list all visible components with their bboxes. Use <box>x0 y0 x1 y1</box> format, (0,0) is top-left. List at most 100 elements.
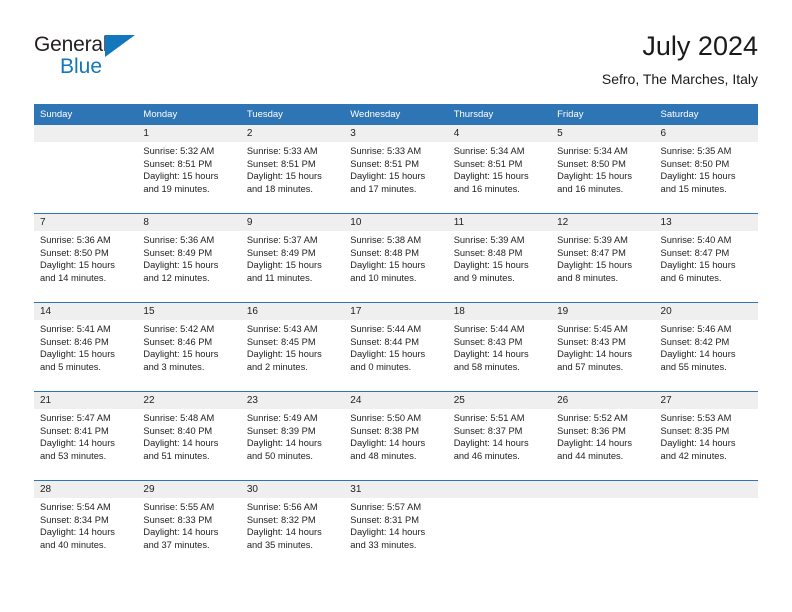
sunset-time: Sunset: 8:50 PM <box>660 158 730 169</box>
daylight-duration-line1: Daylight: 14 hours <box>660 438 736 449</box>
daylight-duration-line2: and 57 minutes. <box>557 361 624 372</box>
calendar-day-cell[interactable]: 8 Sunrise: 5:36 AM Sunset: 8:49 PM Daylight… <box>137 214 241 302</box>
daylight-duration-line1: Daylight: 15 hours <box>350 171 426 182</box>
sunset-time: Sunset: 8:47 PM <box>557 247 626 258</box>
day-sun-info: Sunrise: 5:55 AM Sunset: 8:33 PM Daylight:… <box>137 498 240 551</box>
day-sun-info: Sunrise: 5:34 AM Sunset: 8:50 PM Daylight:… <box>551 142 654 195</box>
calendar-day-cell[interactable]: 28 Sunrise: 5:54 AM Sunset: 8:34 PM Dayligh… <box>34 481 138 569</box>
sunset-time: Sunset: 8:48 PM <box>350 247 419 258</box>
calendar-day-cell[interactable]: 21 Sunrise: 5:47 AM Sunset: 8:41 PM Dayligh… <box>34 392 138 480</box>
calendar-day-cell[interactable]: 16 Sunrise: 5:43 AM Sunset: 8:45 PM Dayligh… <box>240 303 345 391</box>
day-number: 2 <box>240 125 345 142</box>
day-number: 16 <box>240 303 345 320</box>
page-subtitle: Sefro, The Marches, Italy <box>601 71 758 87</box>
day-sun-info: Sunrise: 5:38 AM Sunset: 8:48 PM Daylight:… <box>344 231 447 284</box>
calendar-day-cell[interactable]: 27 Sunrise: 5:53 AM Sunset: 8:35 PM Dayligh… <box>654 392 758 480</box>
calendar-day-cell[interactable]: 31 Sunrise: 5:57 AM Sunset: 8:31 PM Dayligh… <box>344 481 448 569</box>
sunrise-time: Sunrise: 5:38 AM <box>350 235 422 245</box>
daylight-duration-line1: Daylight: 15 hours <box>246 349 322 360</box>
calendar-day-cell[interactable]: 25 Sunrise: 5:51 AM Sunset: 8:37 PM Dayligh… <box>447 392 552 480</box>
calendar-day-cell[interactable]: 5 Sunrise: 5:34 AM Sunset: 8:50 PM Daylight… <box>551 125 655 213</box>
calendar-day-cell[interactable]: 11 Sunrise: 5:39 AM Sunset: 8:48 PM Dayligh… <box>447 214 552 302</box>
day-sun-info: Sunrise: 5:42 AM Sunset: 8:46 PM Daylight:… <box>137 320 240 373</box>
day-number: 4 <box>447 125 552 142</box>
sunset-time: Sunset: 8:49 PM <box>143 247 213 258</box>
day-number: 3 <box>344 125 448 142</box>
calendar-day-cell[interactable]: 3 Sunrise: 5:33 AM Sunset: 8:51 PM Daylight… <box>344 125 448 213</box>
weekday-header-row: Sunday Monday Tuesday Wednesday Thursday Frid… <box>34 104 758 125</box>
daylight-duration-line1: Daylight: 14 hours <box>246 527 322 538</box>
calendar-day-cell[interactable]: 17 Sunrise: 5:44 AM Sunset: 8:44 PM Dayligh… <box>344 303 448 391</box>
day-number: 21 <box>34 392 138 409</box>
daylight-duration-line1: Daylight: 14 hours <box>660 349 736 360</box>
calendar-day-cell-empty <box>447 481 552 569</box>
calendar-day-cell[interactable]: 12 Sunrise: 5:39 AM Sunset: 8:47 PM Dayligh… <box>551 214 655 302</box>
calendar-day-cell[interactable]: 15 Sunrise: 5:42 AM Sunset: 8:46 PM Dayligh… <box>137 303 241 391</box>
daylight-duration-line1: Daylight: 15 hours <box>143 171 219 182</box>
sunrise-time: Sunrise: 5:34 AM <box>453 146 525 156</box>
calendar-day-cell[interactable]: 6 Sunrise: 5:35 AM Sunset: 8:50 PM Daylight… <box>654 125 758 213</box>
daylight-duration-line1: Daylight: 14 hours <box>350 527 426 538</box>
daylight-duration-line2: and 5 minutes. <box>40 361 101 372</box>
calendar-day-cell[interactable]: 26 Sunrise: 5:52 AM Sunset: 8:36 PM Dayligh… <box>551 392 655 480</box>
calendar-day-cell[interactable]: 9 Sunrise: 5:37 AM Sunset: 8:49 PM Daylight… <box>240 214 345 302</box>
daylight-duration-line1: Daylight: 15 hours <box>143 260 219 271</box>
sunrise-time: Sunrise: 5:50 AM <box>350 413 422 423</box>
calendar-day-cell[interactable]: 13 Sunrise: 5:40 AM Sunset: 8:47 PM Dayligh… <box>654 214 758 302</box>
day-sun-info: Sunrise: 5:40 AM Sunset: 8:47 PM Daylight:… <box>655 231 758 284</box>
sunset-time: Sunset: 8:43 PM <box>453 336 523 347</box>
day-sun-info: Sunrise: 5:45 AM Sunset: 8:43 PM Daylight:… <box>551 320 654 373</box>
generalblue-logo[interactable]: General Blue <box>34 33 144 83</box>
calendar-day-cell[interactable]: 20 Sunrise: 5:46 AM Sunset: 8:42 PM Dayligh… <box>654 303 758 391</box>
calendar-day-cell[interactable]: 1 Sunrise: 5:32 AM Sunset: 8:51 PM Daylight… <box>137 125 241 213</box>
logo-primary-text: General <box>34 33 108 56</box>
day-sun-info: Sunrise: 5:39 AM Sunset: 8:47 PM Daylight:… <box>551 231 654 284</box>
sunset-time: Sunset: 8:33 PM <box>143 514 213 525</box>
calendar-day-cell[interactable]: 2 Sunrise: 5:33 AM Sunset: 8:51 PM Daylight… <box>240 125 345 213</box>
daylight-duration-line1: Daylight: 14 hours <box>453 438 529 449</box>
calendar-weeks: 1 Sunrise: 5:32 AM Sunset: 8:51 PM Daylight… <box>34 125 758 569</box>
daylight-duration-line2: and 44 minutes. <box>557 450 624 461</box>
sunrise-time: Sunrise: 5:43 AM <box>246 324 318 334</box>
calendar-day-cell[interactable]: 4 Sunrise: 5:34 AM Sunset: 8:51 PM Daylight… <box>447 125 552 213</box>
sunset-time: Sunset: 8:45 PM <box>246 336 316 347</box>
day-number <box>551 481 655 498</box>
daylight-duration-line1: Daylight: 15 hours <box>350 349 426 360</box>
calendar-day-cell-empty <box>34 125 138 213</box>
day-number: 13 <box>654 214 758 231</box>
calendar-week-row: 14 Sunrise: 5:41 AM Sunset: 8:46 PM Dayligh… <box>34 302 758 391</box>
sunset-time: Sunset: 8:41 PM <box>40 425 109 436</box>
calendar-day-cell[interactable]: 30 Sunrise: 5:56 AM Sunset: 8:32 PM Dayligh… <box>240 481 345 569</box>
daylight-duration-line2: and 35 minutes. <box>246 539 313 550</box>
calendar-day-cell[interactable]: 23 Sunrise: 5:49 AM Sunset: 8:39 PM Dayligh… <box>240 392 345 480</box>
sunset-time: Sunset: 8:35 PM <box>660 425 730 436</box>
calendar-day-cell[interactable]: 22 Sunrise: 5:48 AM Sunset: 8:40 PM Dayligh… <box>137 392 241 480</box>
calendar-day-cell[interactable]: 18 Sunrise: 5:44 AM Sunset: 8:43 PM Dayligh… <box>447 303 552 391</box>
sunset-time: Sunset: 8:51 PM <box>350 158 419 169</box>
calendar-day-cell[interactable]: 10 Sunrise: 5:38 AM Sunset: 8:48 PM Dayligh… <box>344 214 448 302</box>
calendar-page: General Blue July 2024 Sefro, The Marche… <box>0 0 792 612</box>
day-sun-info: Sunrise: 5:33 AM Sunset: 8:51 PM Daylight:… <box>241 142 344 195</box>
day-number: 6 <box>654 125 758 142</box>
daylight-duration-line1: Daylight: 15 hours <box>660 171 736 182</box>
calendar-week-row: 21 Sunrise: 5:47 AM Sunset: 8:41 PM Dayligh… <box>34 391 758 480</box>
sunrise-time: Sunrise: 5:54 AM <box>40 502 111 512</box>
day-sun-info: Sunrise: 5:33 AM Sunset: 8:51 PM Daylight:… <box>344 142 447 195</box>
sunset-time: Sunset: 8:50 PM <box>40 247 109 258</box>
day-sun-info: Sunrise: 5:57 AM Sunset: 8:31 PM Daylight:… <box>344 498 447 551</box>
day-sun-info: Sunrise: 5:44 AM Sunset: 8:43 PM Daylight:… <box>448 320 551 373</box>
day-number: 20 <box>654 303 758 320</box>
daylight-duration-line2: and 0 minutes. <box>350 361 412 372</box>
calendar-day-cell[interactable]: 29 Sunrise: 5:55 AM Sunset: 8:33 PM Dayligh… <box>137 481 241 569</box>
sunrise-time: Sunrise: 5:55 AM <box>143 502 215 512</box>
day-number <box>34 125 138 142</box>
calendar-day-cell[interactable]: 24 Sunrise: 5:50 AM Sunset: 8:38 PM Dayligh… <box>344 392 448 480</box>
calendar-day-cell[interactable]: 14 Sunrise: 5:41 AM Sunset: 8:46 PM Dayligh… <box>34 303 138 391</box>
sunset-time: Sunset: 8:32 PM <box>246 514 316 525</box>
daylight-duration-line2: and 9 minutes. <box>453 272 515 283</box>
day-number: 27 <box>654 392 758 409</box>
calendar-day-cell[interactable]: 19 Sunrise: 5:45 AM Sunset: 8:43 PM Dayligh… <box>551 303 655 391</box>
day-sun-info: Sunrise: 5:32 AM Sunset: 8:51 PM Daylight:… <box>137 142 240 195</box>
daylight-duration-line2: and 19 minutes. <box>143 183 210 194</box>
calendar-day-cell[interactable]: 7 Sunrise: 5:36 AM Sunset: 8:50 PM Daylight… <box>34 214 138 302</box>
